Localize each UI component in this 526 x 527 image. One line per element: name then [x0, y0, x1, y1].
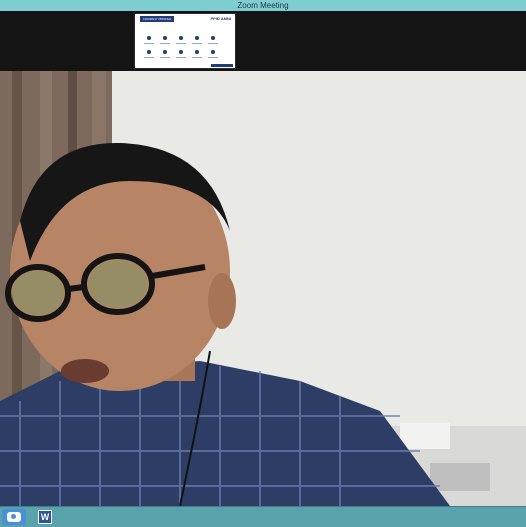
- slide-icon: [163, 36, 167, 40]
- participant-strip: [0, 11, 526, 71]
- slide-text-line: [144, 43, 154, 44]
- slide-icon: [163, 50, 167, 54]
- speaker-video-frame: [0, 71, 526, 506]
- slide-footer: [211, 64, 233, 67]
- slide-icon: [179, 50, 183, 54]
- zoom-icon: [7, 512, 21, 522]
- slide-text-line: [160, 57, 170, 58]
- slide-text-line: [192, 57, 202, 58]
- slide-icon: [211, 36, 215, 40]
- slide-text-line: [144, 57, 154, 58]
- word-taskbar-button[interactable]: W: [33, 509, 57, 525]
- slide-icon: [147, 36, 151, 40]
- slide-icon: [147, 50, 151, 54]
- slide-text-line: [208, 43, 218, 44]
- slide-banner: COMPANY PROFILE: [140, 16, 174, 22]
- slide-text-line: [176, 57, 186, 58]
- active-speaker-video[interactable]: [0, 71, 526, 506]
- slide-text-line: [176, 43, 186, 44]
- slide-text-line: [160, 43, 170, 44]
- slide-icon: [211, 50, 215, 54]
- window-title: Zoom Meeting: [0, 0, 526, 11]
- taskbar: W: [0, 506, 526, 527]
- slide-icon: [195, 36, 199, 40]
- shared-screen-thumbnail[interactable]: COMPANY PROFILE PPID AMNI: [134, 13, 236, 69]
- slide-text-line: [192, 43, 202, 44]
- slide-icon: [179, 36, 183, 40]
- slide-logo: PPID AMNI: [210, 16, 231, 21]
- slide-text-line: [208, 57, 218, 58]
- zoom-taskbar-button[interactable]: [2, 509, 26, 525]
- word-icon: W: [38, 510, 52, 524]
- slide-icon: [195, 50, 199, 54]
